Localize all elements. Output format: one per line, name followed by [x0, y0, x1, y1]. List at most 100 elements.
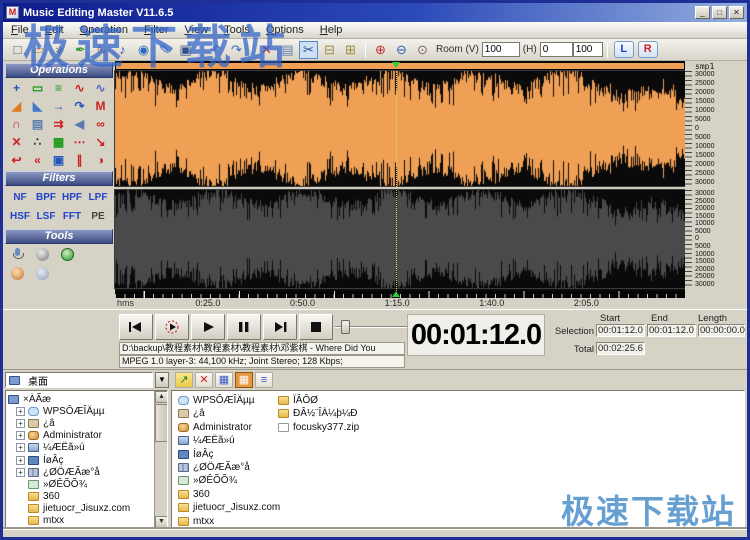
list-item[interactable]: mtxx	[178, 515, 214, 528]
op-fade-in-icon[interactable]: ◢	[6, 97, 27, 115]
pause-button[interactable]	[227, 314, 261, 340]
list-item[interactable]: jietuocr_Jisuxz.com	[178, 501, 280, 514]
filter-lpf-button[interactable]: LPF	[85, 188, 111, 207]
zoom-v-input[interactable]	[482, 42, 520, 57]
view-details-button[interactable]: ▦	[235, 372, 253, 388]
tree-expander[interactable]: +	[16, 419, 25, 428]
filter-lsf-button[interactable]: LSF	[33, 207, 59, 226]
tree-expander[interactable]: +	[16, 431, 25, 440]
tree-item[interactable]: +¿ØÖÆÃæ°å	[8, 466, 167, 478]
cut-button[interactable]: ✂	[299, 41, 318, 59]
play-button[interactable]	[191, 314, 225, 340]
right-channel-button[interactable]: R	[638, 41, 658, 58]
tree-item[interactable]: +Administrator	[8, 430, 167, 442]
menu-operation[interactable]: Operation	[72, 23, 136, 37]
tree-item[interactable]: jietuocr_Jisuxz.com	[8, 503, 167, 515]
scroll-down-button[interactable]: ▼	[155, 516, 168, 528]
op-split-icon[interactable]: ∥	[69, 151, 90, 169]
zoom-out-button[interactable]: ⊖	[392, 41, 411, 59]
browser-tool-icon[interactable]	[11, 267, 24, 280]
delete-file-button[interactable]: ✕	[195, 372, 213, 388]
op-loop-icon[interactable]: ∞	[90, 115, 111, 133]
menu-edit[interactable]: Edit	[37, 23, 72, 37]
list-item[interactable]: WPSÔÆÎÄµµ	[178, 394, 255, 407]
speed-slider[interactable]	[335, 320, 407, 334]
go-up-button[interactable]: ↗	[175, 372, 193, 388]
total-value[interactable]: 00:02:25.6	[596, 342, 645, 355]
left-channel-button[interactable]: L	[614, 41, 634, 58]
tree-scrollbar[interactable]: ▲ ▼	[154, 391, 167, 528]
selection-end-value[interactable]: 00:01:12.0	[647, 324, 696, 337]
list-item[interactable]: ÐÂ½¨ÎÄ¼þ¼Ð	[278, 407, 357, 420]
op-noise-icon[interactable]: ∴	[27, 133, 48, 151]
list-item[interactable]: »ØÊÕÕ¾	[178, 474, 237, 487]
list-item[interactable]: ¼ÆËã»ú	[178, 434, 235, 447]
location-combo[interactable]: 桌面	[5, 372, 153, 388]
clock-tool-icon[interactable]	[36, 267, 49, 280]
new-file-button[interactable]: □	[8, 41, 27, 59]
op-slashes-icon[interactable]: ⋯	[69, 133, 90, 151]
selection-start-value[interactable]: 00:01:12.0	[596, 324, 645, 337]
op-selection-icon[interactable]: ▭	[27, 79, 48, 97]
op-undo-region-icon[interactable]: ↩	[6, 151, 27, 169]
minimize-button[interactable]: _	[695, 6, 710, 19]
playhead-marker-top[interactable]	[392, 62, 400, 68]
list-item[interactable]: ¿â	[178, 407, 205, 420]
record-wave-button[interactable]: ∿	[92, 41, 111, 59]
op-speaker-icon[interactable]: ◀	[69, 115, 90, 133]
op-echo-icon[interactable]: «	[27, 151, 48, 169]
tree-expander[interactable]: +	[16, 456, 25, 465]
op-fit-vertical-icon[interactable]: ≡	[48, 79, 69, 97]
playhead-marker-bottom[interactable]	[392, 291, 400, 297]
location-combo-arrow[interactable]: ▼	[155, 372, 169, 388]
filter-hsf-button[interactable]: HSF	[7, 207, 33, 226]
op-merge-icon[interactable]: ⇉	[48, 115, 69, 133]
edit-pencil-button[interactable]: ✎	[155, 41, 174, 59]
waveform-channel-right[interactable]	[115, 190, 685, 288]
tree-item[interactable]: »ØÊÕÕ¾	[8, 478, 167, 490]
tree-item[interactable]: +ÍøÂç	[8, 454, 167, 466]
tree-item[interactable]: +¿â	[8, 417, 167, 429]
playhead-line[interactable]	[396, 71, 397, 291]
menu-file[interactable]: File	[3, 23, 37, 37]
view-icons-button[interactable]: ▦	[215, 372, 233, 388]
copy-button[interactable]: ▤	[278, 41, 297, 59]
tree-item[interactable]: mtxx	[8, 515, 167, 527]
filter-nf-button[interactable]: NF	[7, 188, 33, 207]
stop-button[interactable]	[299, 314, 333, 340]
list-item[interactable]: 360	[178, 488, 210, 501]
menu-options[interactable]: Options	[258, 23, 312, 37]
op-peaks-icon[interactable]: M	[90, 97, 111, 115]
op-envelope-icon[interactable]: ◣	[27, 97, 48, 115]
op-duplicate-icon[interactable]: ▤	[27, 115, 48, 133]
tree-item[interactable]: ×ÀÃæ	[8, 393, 167, 405]
op-block-icon[interactable]: ▣	[48, 151, 69, 169]
filter-pe-button[interactable]: PE	[85, 207, 111, 226]
list-item[interactable]: ÍøÂç	[178, 448, 214, 461]
filter-fft-button[interactable]: FFT	[59, 207, 85, 226]
print-preview-button[interactable]: ⊙	[413, 41, 432, 59]
batch-convert-button[interactable]: ∗	[50, 41, 69, 59]
menu-help[interactable]: Help	[312, 23, 351, 37]
maximize-button[interactable]: □	[712, 6, 727, 19]
play-selection-button[interactable]	[155, 314, 189, 340]
film-reel-tool-icon[interactable]	[36, 248, 49, 261]
list-item[interactable]: focusky377.zip	[278, 421, 359, 434]
step-forward-button[interactable]	[263, 314, 297, 340]
close-button[interactable]: ✕	[729, 6, 744, 19]
scroll-up-button[interactable]: ▲	[155, 391, 168, 403]
tree-expander[interactable]: +	[16, 407, 25, 416]
paste-button[interactable]: ⊟	[320, 41, 339, 59]
h-from-input[interactable]	[540, 42, 573, 57]
play-media-button[interactable]: ◉	[134, 41, 153, 59]
op-crop-icon[interactable]: ↘	[90, 133, 111, 151]
op-hatch-wave-icon[interactable]: ▦	[48, 133, 69, 151]
menu-tools[interactable]: Tools	[216, 23, 258, 37]
filter-bpf-button[interactable]: BPF	[33, 188, 59, 207]
op-shift-right-icon[interactable]: →	[48, 97, 69, 115]
selection-length-value[interactable]: 00:00:00.0	[698, 324, 745, 337]
menu-view[interactable]: View	[177, 23, 217, 37]
open-file-button[interactable]: ▱	[29, 41, 48, 59]
media-note-button[interactable]: ♪	[113, 41, 132, 59]
h-to-input[interactable]	[573, 42, 603, 57]
